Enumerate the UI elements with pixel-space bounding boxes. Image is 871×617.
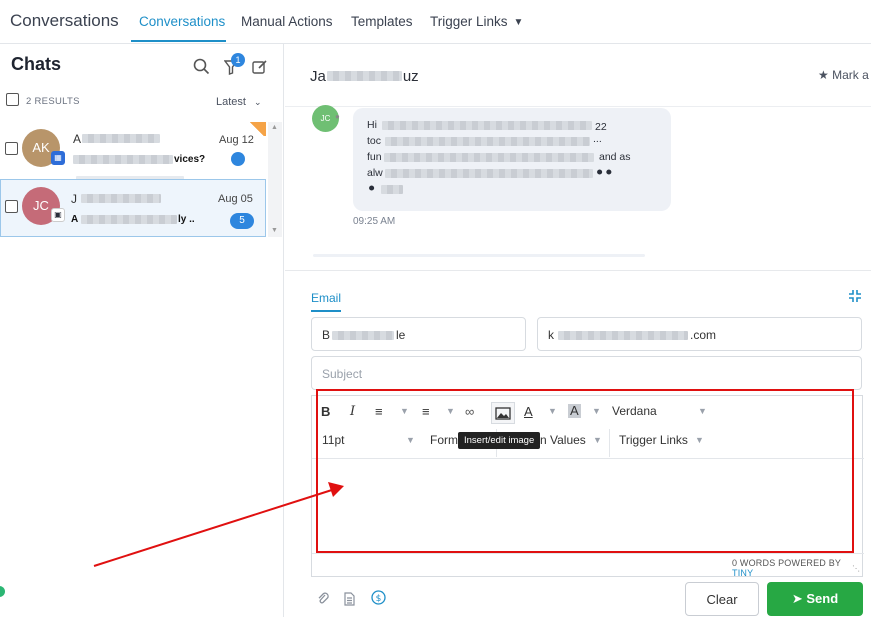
annotation-arrow — [93, 482, 344, 567]
